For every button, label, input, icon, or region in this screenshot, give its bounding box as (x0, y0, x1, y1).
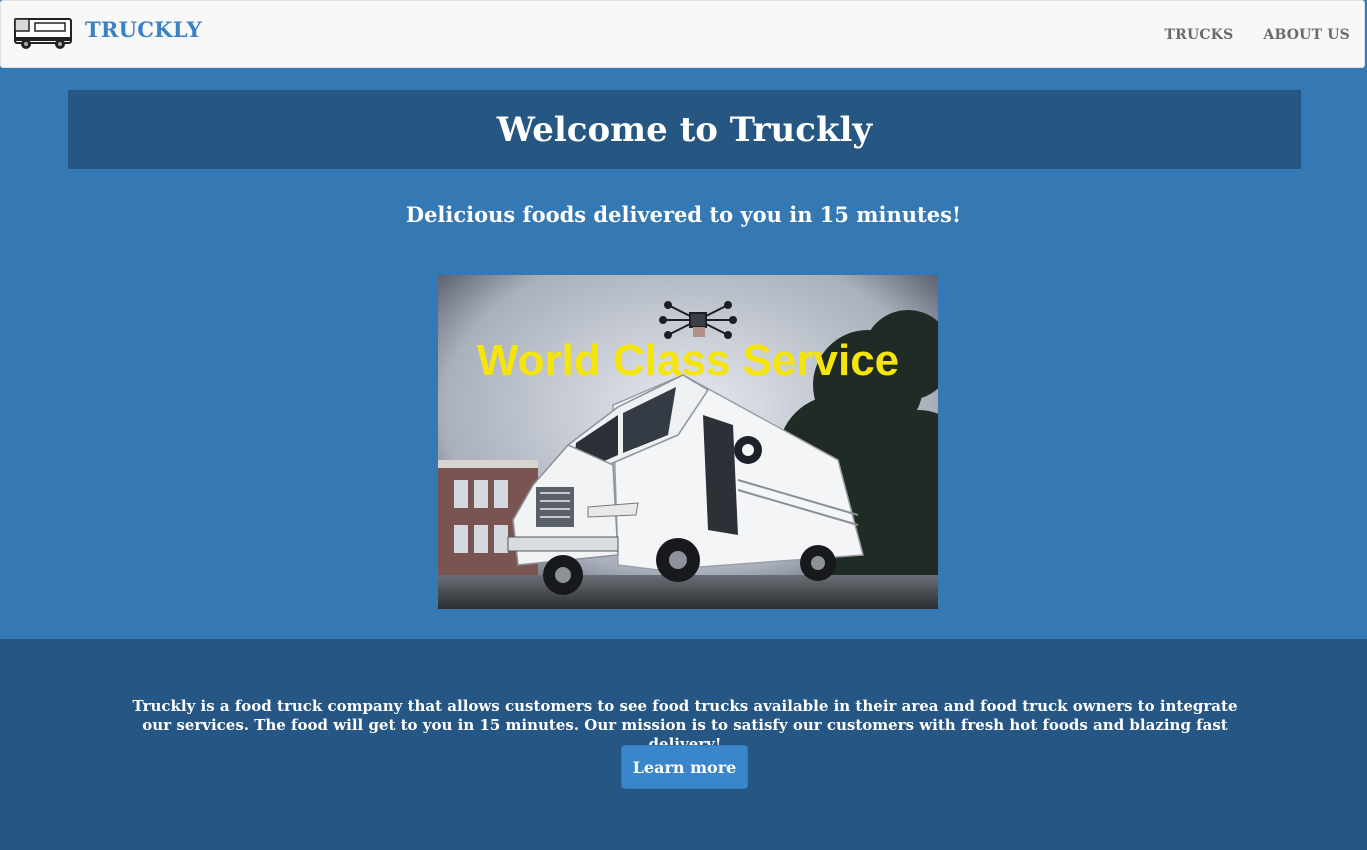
brand-link[interactable]: TRUCKLY (13, 13, 202, 53)
nav-link-trucks[interactable]: TRUCKS (1165, 27, 1234, 43)
tagline: Delicious foods delivered to you in 15 m… (405, 202, 962, 227)
hero-image: World Class Service (438, 275, 938, 609)
brand-name: TRUCKLY (85, 16, 202, 42)
about-section: Truckly is a food truck company that all… (0, 639, 1367, 850)
food-truck-icon (14, 18, 72, 49)
nav-link-about-us[interactable]: ABOUT US (1263, 27, 1350, 43)
nav-links: TRUCKS ABOUT US (1165, 27, 1350, 43)
navbar: TRUCKLY TRUCKS ABOUT US (0, 0, 1365, 68)
page-title: Welcome to Truckly (496, 109, 873, 150)
welcome-banner: Welcome to Truckly (68, 90, 1301, 169)
image-caption: World Class Service (477, 336, 899, 385)
learn-more-button[interactable]: Learn more (621, 745, 748, 789)
